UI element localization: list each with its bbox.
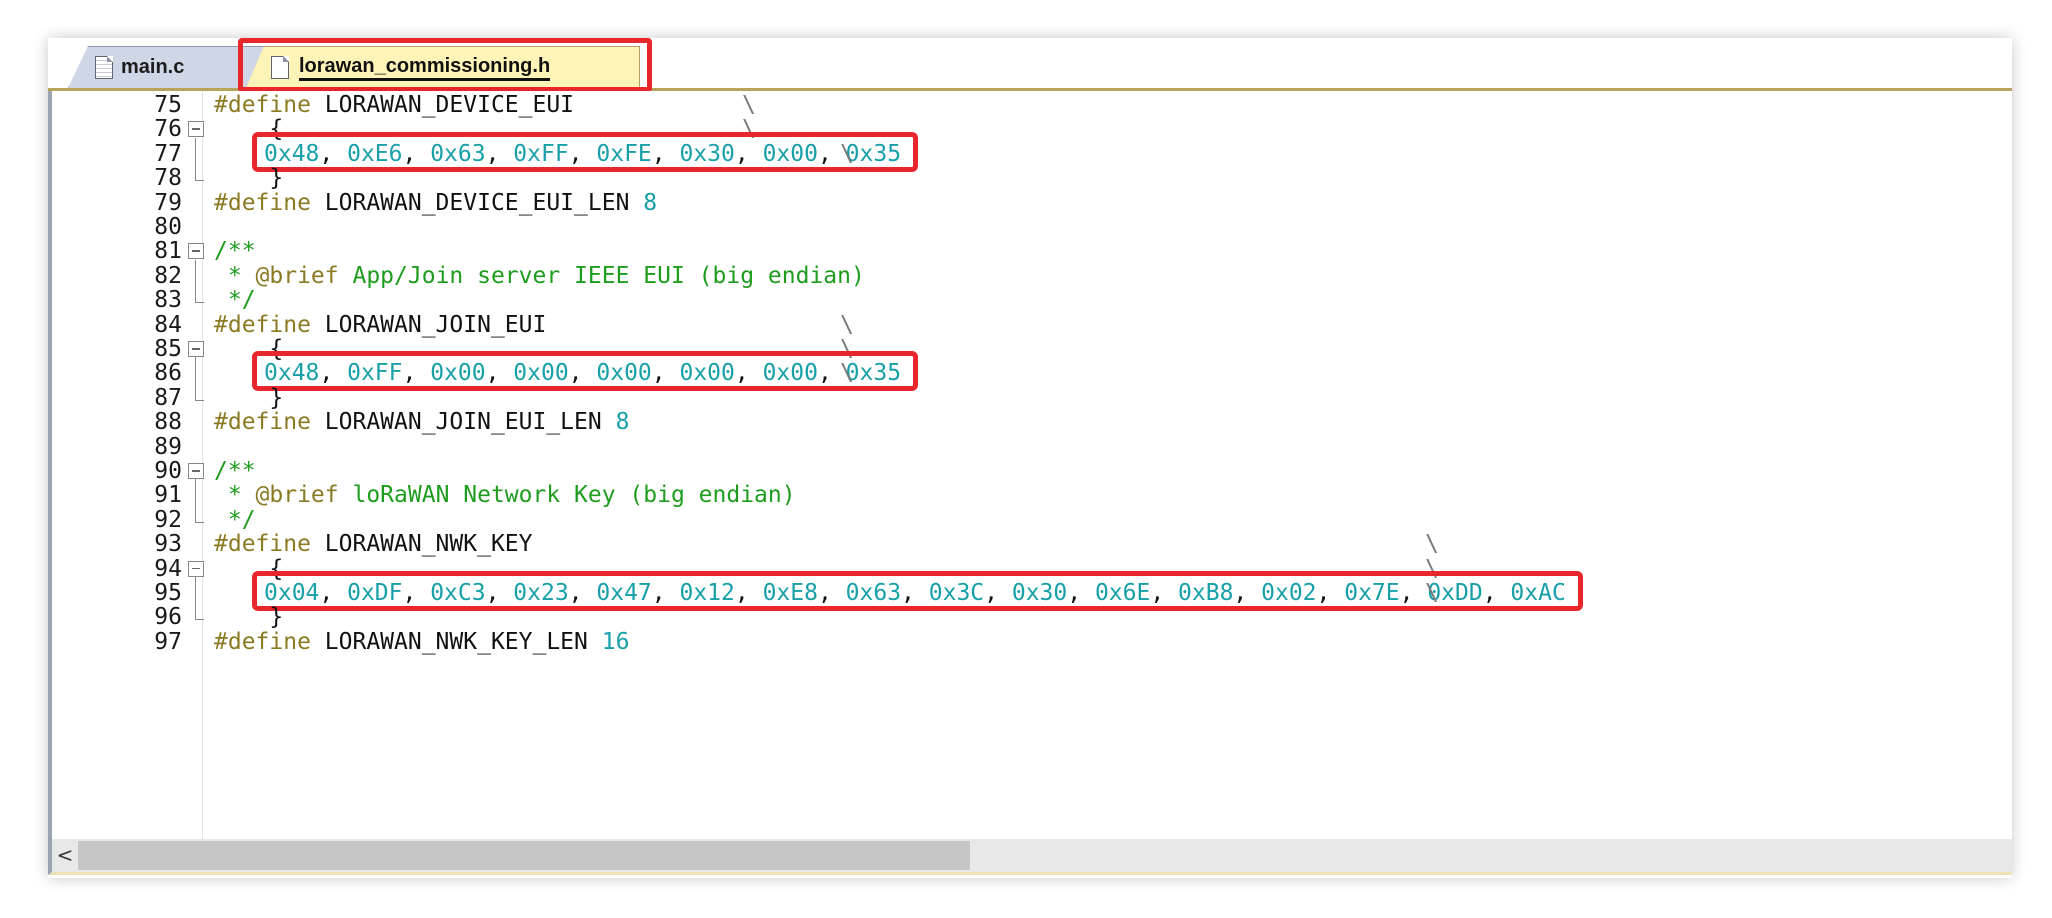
fold-guide bbox=[195, 284, 204, 304]
fold-guide bbox=[195, 503, 204, 523]
fold-guide bbox=[195, 162, 204, 182]
editor-window: main.c lorawan_commissioning.h 75 #define… bbox=[48, 38, 2012, 878]
file-icon bbox=[95, 56, 113, 79]
tab-bar: main.c lorawan_commissioning.h bbox=[48, 38, 2012, 92]
tab-highlight-box bbox=[238, 38, 652, 92]
fold-collapse-icon[interactable] bbox=[188, 560, 204, 577]
code-line[interactable]: 97 #define LORAWAN_NWK_KEY_LEN 16 bbox=[52, 626, 2012, 658]
fold-collapse-icon[interactable] bbox=[188, 341, 204, 357]
fold-collapse-icon[interactable] bbox=[188, 243, 204, 260]
code-token: LORAWAN_NWK_KEY_LEN bbox=[310, 628, 602, 655]
code-text: #define LORAWAN_NWK_KEY_LEN 16 bbox=[214, 626, 629, 658]
tab-label: main.c bbox=[121, 56, 185, 78]
horizontal-scrollbar[interactable]: < bbox=[48, 839, 2012, 875]
line-number: 97 bbox=[154, 628, 182, 655]
fold-guide bbox=[195, 381, 204, 401]
code-editor[interactable]: 75 #define LORAWAN_DEVICE_EUI \ 76 {\ 77 0x48… bbox=[48, 91, 2012, 839]
code-token: #define bbox=[214, 628, 311, 655]
code-token: 16 bbox=[601, 628, 630, 655]
fold-guide bbox=[195, 601, 204, 621]
scroll-left-arrow-icon[interactable]: < bbox=[52, 839, 78, 872]
fold-collapse-icon[interactable] bbox=[188, 121, 204, 138]
scroll-thumb[interactable] bbox=[78, 841, 970, 870]
fold-collapse-icon[interactable] bbox=[188, 463, 204, 479]
